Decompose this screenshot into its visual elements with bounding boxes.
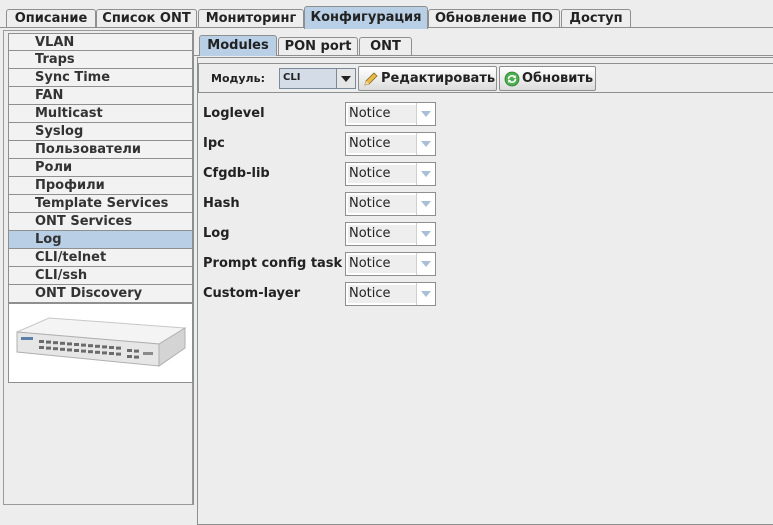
chevron-down-icon[interactable] [416,283,435,305]
module-toolbar: Модуль: CLI Редактировать Обновить [198,63,773,93]
tab-ont[interactable]: ONT [359,37,412,56]
sidebar-item-ont-services[interactable]: ONT Services [8,213,193,231]
sidebar-item-ont-discovery[interactable]: ONT Discovery [8,285,193,303]
chevron-down-icon[interactable] [336,69,355,88]
prompt-config-task-select[interactable]: Notice [345,252,436,276]
select-value: Notice [348,105,416,123]
edit-button[interactable]: Редактировать [358,66,497,91]
setting-row-cfgdb-lib: Cfgdb-lib Notice [203,162,443,186]
ipc-select[interactable]: Notice [345,132,436,156]
tab-configuration[interactable]: Конфигурация [304,6,428,29]
log-select[interactable]: Notice [345,222,436,246]
setting-row-ipc: Ipc Notice [203,132,443,156]
sidebar-item-multicast[interactable]: Multicast [8,105,193,123]
tab-ont-list[interactable]: Список ONT [96,9,197,28]
sidebar-item-fan[interactable]: FAN [8,87,193,105]
chevron-down-icon[interactable] [416,163,435,185]
select-value: Notice [348,135,416,153]
tab-modules[interactable]: Modules [199,35,277,56]
sidebar-item-cli-telnet[interactable]: CLI/telnet [8,249,193,267]
sidebar-item-syslog[interactable]: Syslog [8,123,193,141]
refresh-icon [504,71,520,87]
chevron-down-icon[interactable] [416,193,435,215]
tab-description[interactable]: Описание [6,9,96,28]
setting-label: Cfgdb-lib [203,166,270,181]
setting-label: Custom-layer [203,286,301,301]
sidebar-item-sync-time[interactable]: Sync Time [8,69,193,87]
tab-access[interactable]: Доступ [561,9,631,28]
select-value: Notice [348,165,416,183]
cfgdb-lib-select[interactable]: Notice [345,162,436,186]
setting-label: Loglevel [203,106,265,121]
edit-button-label: Редактировать [381,71,496,86]
setting-row-prompt-config-task: Prompt config task Notice [203,252,443,276]
hash-select[interactable]: Notice [345,192,436,216]
pencil-icon [363,71,379,87]
sidebar-item-template-services[interactable]: Template Services [8,195,193,213]
loglevel-select[interactable]: Notice [345,102,436,126]
chevron-down-icon[interactable] [416,103,435,125]
sidebar-item-traps[interactable]: Traps [8,51,193,69]
setting-label: Hash [203,196,240,211]
setting-row-hash: Hash Notice [203,192,443,216]
setting-row-loglevel: Loglevel Notice [203,102,443,126]
chevron-down-icon[interactable] [416,133,435,155]
select-value: Notice [348,255,416,273]
olt-device-icon [16,317,187,367]
sub-tab-divider [194,55,773,56]
custom-layer-select[interactable]: Notice [345,282,436,306]
module-select-value: CLI [283,72,301,83]
sidebar-item-roles[interactable]: Роли [8,159,193,177]
device-image-panel [8,303,193,383]
top-tab-bar: Описание Список ONT Мониторинг Конфигура… [0,6,773,29]
config-sidebar: VLAN Traps Sync Time FAN Multicast Syslo… [3,30,193,505]
setting-row-custom-layer: Custom-layer Notice [203,282,443,306]
setting-label: Ipc [203,136,225,151]
select-value: Notice [348,225,416,243]
module-select[interactable]: CLI [279,68,356,89]
select-value: Notice [348,195,416,213]
chevron-down-icon[interactable] [416,253,435,275]
refresh-button[interactable]: Обновить [499,66,596,91]
chevron-down-icon[interactable] [416,223,435,245]
sidebar-list: VLAN Traps Sync Time FAN Multicast Syslo… [8,33,193,303]
sidebar-item-vlan[interactable]: VLAN [8,33,193,51]
content-panel: Modules PON port ONT Модуль: CLI Редакти… [193,30,773,525]
module-label: Модуль: [211,72,265,85]
refresh-button-label: Обновить [522,71,594,86]
tab-pon-port[interactable]: PON port [278,37,358,56]
sidebar-item-profiles[interactable]: Профили [8,177,193,195]
sidebar-item-log[interactable]: Log [8,231,193,249]
tab-monitoring[interactable]: Мониторинг [198,9,304,28]
sidebar-item-cli-ssh[interactable]: CLI/ssh [8,267,193,285]
setting-label: Log [203,226,230,241]
setting-row-log: Log Notice [203,222,443,246]
select-value: Notice [348,285,416,303]
setting-label: Prompt config task [203,256,343,271]
sidebar-item-users[interactable]: Пользователи [8,141,193,159]
tab-firmware-update[interactable]: Обновление ПО [428,9,560,28]
